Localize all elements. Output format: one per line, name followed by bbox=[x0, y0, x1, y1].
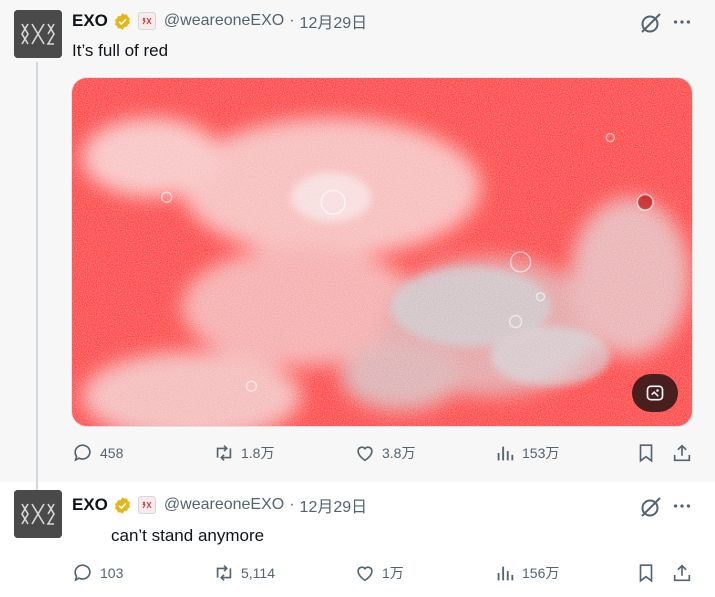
affiliate-badge-icon[interactable] bbox=[137, 12, 156, 30]
like-icon bbox=[357, 566, 373, 582]
reply-icon bbox=[74, 444, 91, 462]
tweet-2[interactable]: EXO @weareoneEXO · 12月29日 can’t stand an… bbox=[0, 482, 715, 597]
like-icon bbox=[357, 446, 373, 462]
tweet-header: EXO @weareoneEXO · 12月29日 bbox=[72, 10, 367, 32]
more-icon[interactable] bbox=[671, 495, 693, 517]
bookmark-button[interactable] bbox=[635, 442, 657, 464]
views-icon bbox=[497, 446, 514, 461]
tweet-1[interactable]: EXO @weareoneEXO · 12月29日 It’s full of r… bbox=[0, 0, 715, 482]
retweet-icon bbox=[216, 565, 232, 581]
display-name[interactable]: EXO bbox=[72, 11, 108, 31]
tweet-actions: 103 5,114 1万 156万 bbox=[72, 562, 700, 586]
retweet-count: 1.8万 bbox=[241, 445, 275, 461]
display-name[interactable]: EXO bbox=[72, 495, 108, 515]
reply-icon bbox=[74, 564, 91, 582]
reply-count: 103 bbox=[100, 565, 124, 581]
separator: · bbox=[289, 496, 295, 513]
views-icon bbox=[497, 566, 514, 581]
views-button[interactable]: 156万 bbox=[494, 562, 559, 584]
separator: · bbox=[289, 12, 295, 29]
retweet-icon bbox=[216, 445, 232, 461]
views-button[interactable]: 153万 bbox=[494, 442, 559, 464]
handle[interactable]: @weareoneEXO bbox=[164, 12, 284, 30]
share-button[interactable] bbox=[671, 442, 693, 464]
reply-button[interactable]: 458 bbox=[72, 442, 123, 464]
bookmark-button[interactable] bbox=[635, 562, 657, 584]
tweet-image[interactable] bbox=[71, 77, 693, 427]
share-icon bbox=[673, 564, 691, 582]
tweet-actions: 458 1.8万 3.8万 153万 bbox=[72, 442, 700, 466]
tweet-text: It’s full of red bbox=[72, 41, 169, 60]
share-icon bbox=[673, 444, 691, 462]
retweet-button[interactable]: 1.8万 bbox=[213, 442, 274, 464]
like-button[interactable]: 1万 bbox=[354, 562, 404, 584]
grok-icon[interactable] bbox=[639, 495, 663, 519]
like-button[interactable]: 3.8万 bbox=[354, 442, 415, 464]
handle[interactable]: @weareoneEXO bbox=[164, 496, 284, 514]
share-button[interactable] bbox=[671, 562, 693, 584]
views-count: 156万 bbox=[522, 565, 560, 581]
timestamp[interactable]: 12月29日 bbox=[300, 493, 368, 517]
reply-button[interactable]: 103 bbox=[72, 562, 123, 584]
thread-line bbox=[36, 482, 38, 490]
alt-text-button[interactable] bbox=[632, 374, 678, 412]
grok-icon[interactable] bbox=[639, 11, 663, 35]
verified-badge-icon[interactable] bbox=[113, 12, 132, 31]
avatar[interactable] bbox=[14, 10, 62, 58]
like-count: 3.8万 bbox=[382, 445, 416, 461]
red-moon-image bbox=[72, 78, 692, 426]
tweet-header: EXO @weareoneEXO · 12月29日 bbox=[72, 494, 367, 516]
more-icon[interactable] bbox=[671, 11, 693, 33]
timestamp[interactable]: 12月29日 bbox=[300, 9, 368, 33]
views-count: 153万 bbox=[522, 445, 560, 461]
bookmark-icon bbox=[639, 444, 653, 463]
alt-text-icon bbox=[646, 385, 664, 401]
avatar[interactable] bbox=[14, 490, 62, 538]
reply-count: 458 bbox=[100, 445, 124, 461]
bookmark-icon bbox=[639, 564, 653, 583]
verified-badge-icon[interactable] bbox=[113, 496, 132, 515]
like-count: 1万 bbox=[382, 565, 404, 581]
affiliate-badge-icon[interactable] bbox=[137, 496, 156, 514]
thread-line bbox=[36, 62, 38, 482]
retweet-button[interactable]: 5,114 bbox=[213, 562, 275, 584]
tweet-text: can’t stand anymore bbox=[111, 526, 265, 545]
retweet-count: 5,114 bbox=[241, 565, 275, 581]
